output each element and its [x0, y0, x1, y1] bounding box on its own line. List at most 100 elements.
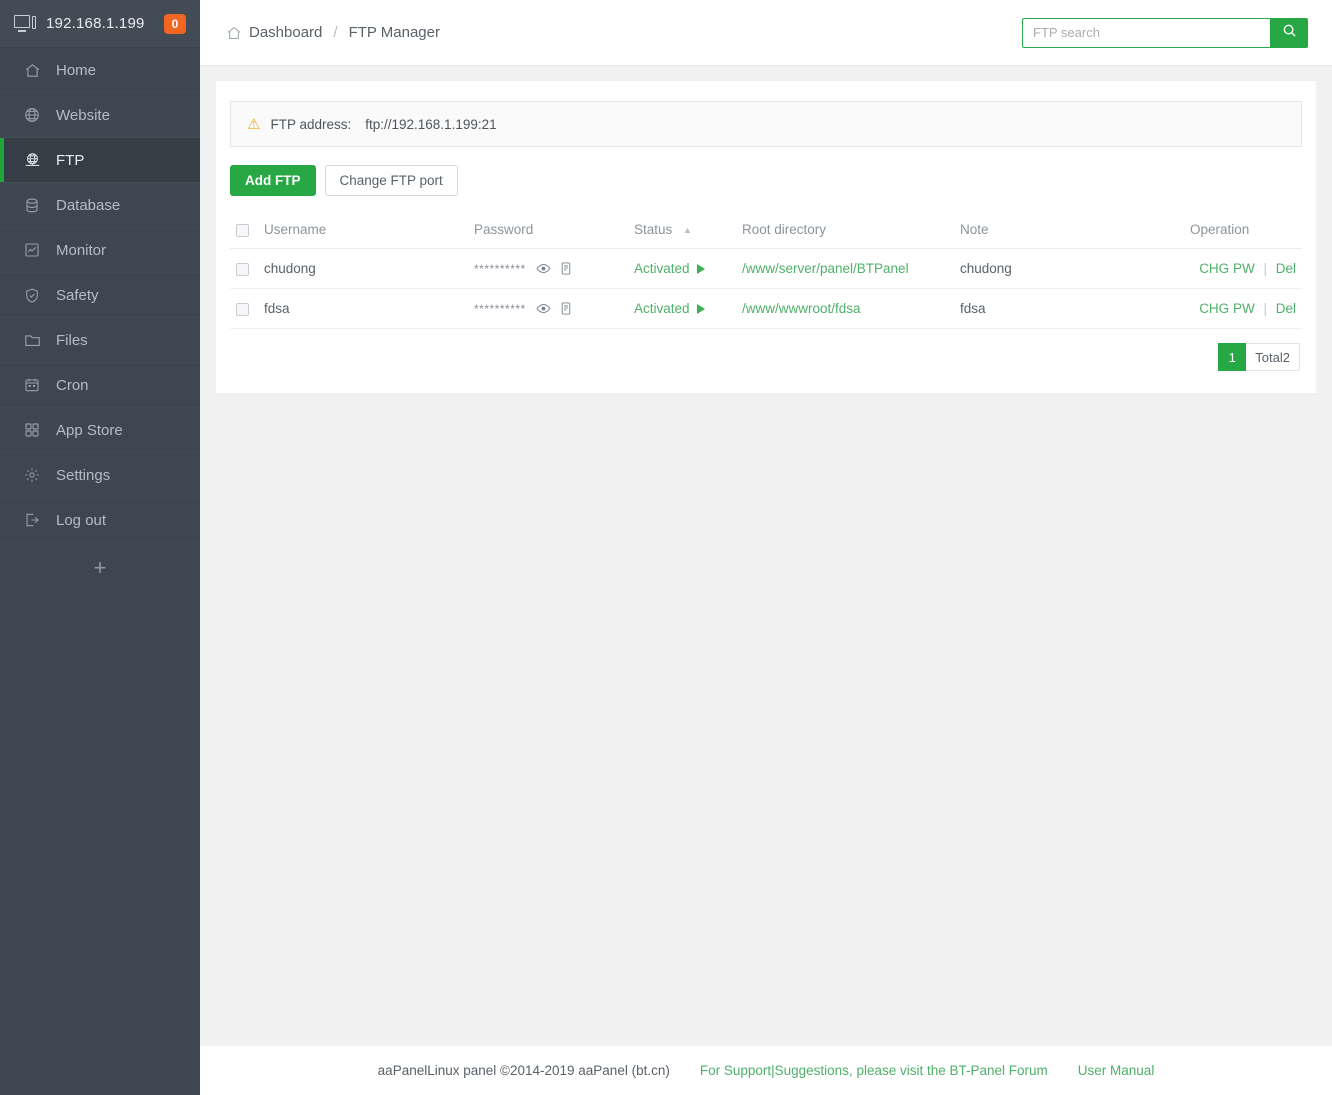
ftp-table-head: Username Password Status ▲ Root director… [230, 212, 1302, 249]
play-triangle-icon[interactable] [696, 303, 705, 314]
sidebar-nav: Home Website FTP Database Monitor Safety… [0, 48, 200, 543]
folder-icon [22, 330, 42, 350]
sidebar-item-app-store[interactable]: App Store [0, 408, 200, 453]
cell-password: ********** [468, 288, 628, 329]
search-button[interactable] [1270, 17, 1308, 48]
calendar-icon [22, 375, 42, 395]
delete-link[interactable]: Del [1276, 301, 1296, 316]
header-status-label: Status [634, 222, 673, 237]
ftp-table: Username Password Status ▲ Root director… [230, 212, 1302, 329]
table-row: chudong ********** Activated /www/server… [230, 248, 1302, 289]
sidebar-item-log-out[interactable]: Log out [0, 498, 200, 543]
app-root: 192.168.1.199 0 Home Website FTP Databas… [0, 0, 1332, 1095]
change-password-link[interactable]: CHG PW [1199, 261, 1255, 276]
sidebar-item-label: Cron [56, 376, 89, 394]
password-mask: ********** [474, 261, 526, 276]
root-directory-link[interactable]: /www/server/panel/BTPanel [742, 261, 909, 276]
gear-icon [22, 465, 42, 485]
sidebar-add-button[interactable]: + [0, 543, 200, 593]
sidebar-item-label: Monitor [56, 241, 107, 259]
ftp-globe-icon [22, 150, 42, 170]
globe-icon [22, 105, 42, 125]
ftp-address-label: FTP address: [270, 116, 352, 132]
sidebar-item-label: App Store [56, 421, 123, 439]
status-badge: Activated [634, 301, 690, 316]
sort-ascending-icon: ▲ [683, 225, 692, 236]
ftp-manager-card: ⚠ FTP address: ftp://192.168.1.199:21 Ad… [216, 81, 1316, 393]
row-checkbox[interactable] [236, 262, 249, 276]
sidebar-item-files[interactable]: Files [0, 318, 200, 363]
cell-username: chudong [258, 248, 468, 289]
page-1-button[interactable]: 1 [1218, 343, 1247, 371]
content-area: ⚠ FTP address: ftp://192.168.1.199:21 Ad… [200, 66, 1332, 1046]
breadcrumb-separator: / [333, 24, 338, 41]
home-icon [22, 60, 42, 80]
table-row: fdsa ********** Activated /www/wwwroot/f… [230, 288, 1302, 329]
sidebar-item-website[interactable]: Website [0, 93, 200, 138]
row-checkbox[interactable] [236, 302, 249, 316]
operation-separator: | [1263, 301, 1267, 316]
row-select-cell [230, 248, 258, 289]
main-area: Dashboard / FTP Manager ⚠ [200, 0, 1332, 1095]
header-username[interactable]: Username [258, 212, 468, 249]
add-ftp-button[interactable]: Add FTP [230, 165, 316, 196]
cell-note: fdsa [954, 288, 1184, 329]
sidebar-item-safety[interactable]: Safety [0, 273, 200, 318]
sidebar-item-cron[interactable]: Cron [0, 363, 200, 408]
header-password[interactable]: Password [468, 212, 628, 249]
footer-copyright: aaPanelLinux panel ©2014-2019 aaPanel (b… [377, 1063, 670, 1078]
password-mask: ********** [474, 301, 526, 316]
root-directory-link[interactable]: /www/wwwroot/fdsa [742, 301, 861, 316]
header-note[interactable]: Note [954, 212, 1184, 249]
header-status[interactable]: Status ▲ [628, 212, 736, 249]
monitor-chart-icon [22, 240, 42, 260]
row-select-cell [230, 288, 258, 329]
cell-operation: CHG PW | Del [1184, 248, 1302, 289]
eye-icon[interactable] [536, 301, 551, 316]
topbar: Dashboard / FTP Manager [200, 0, 1332, 66]
cell-root-directory: /www/server/panel/BTPanel [736, 248, 954, 289]
sidebar-item-database[interactable]: Database [0, 183, 200, 228]
database-icon [22, 195, 42, 215]
sidebar-item-monitor[interactable]: Monitor [0, 228, 200, 273]
breadcrumb: Dashboard / FTP Manager [226, 24, 440, 41]
footer-support-link[interactable]: For Support|Suggestions, please visit th… [700, 1063, 1048, 1078]
select-all-checkbox[interactable] [236, 223, 249, 237]
ftp-toolbar: Add FTP Change FTP port [230, 165, 1302, 196]
change-password-link[interactable]: CHG PW [1199, 301, 1255, 316]
search-input[interactable] [1022, 17, 1270, 48]
play-triangle-icon[interactable] [696, 263, 705, 274]
computer-icon [14, 15, 36, 32]
copy-icon[interactable] [559, 301, 573, 316]
breadcrumb-current: FTP Manager [348, 24, 440, 41]
delete-link[interactable]: Del [1276, 261, 1296, 276]
shield-check-icon [22, 285, 42, 305]
copy-icon[interactable] [559, 261, 573, 276]
footer-user-manual-link[interactable]: User Manual [1078, 1063, 1155, 1078]
ftp-table-body: chudong ********** Activated /www/server… [230, 248, 1302, 329]
ftp-address-notice: ⚠ FTP address: ftp://192.168.1.199:21 [230, 101, 1302, 147]
header-root-directory[interactable]: Root directory [736, 212, 954, 249]
sidebar-item-label: Website [56, 106, 110, 124]
sidebar-item-home[interactable]: Home [0, 48, 200, 93]
cell-password: ********** [468, 248, 628, 289]
grid-apps-icon [22, 420, 42, 440]
warning-icon: ⚠ [247, 115, 261, 133]
sidebar-item-label: Home [56, 61, 97, 79]
breadcrumb-dashboard-link[interactable]: Dashboard [249, 24, 322, 41]
status-badge: Activated [634, 261, 690, 276]
change-ftp-port-button[interactable]: Change FTP port [324, 165, 458, 196]
total-count-label: Total2 [1246, 343, 1300, 371]
cell-note: chudong [954, 248, 1184, 289]
ftp-address-value: ftp://192.168.1.199:21 [365, 116, 497, 132]
cell-status: Activated [628, 288, 736, 329]
sidebar-item-ftp[interactable]: FTP [0, 138, 200, 183]
cell-username: fdsa [258, 288, 468, 329]
sidebar-item-label: Settings [56, 466, 111, 484]
sidebar-item-label: Files [56, 331, 88, 349]
eye-icon[interactable] [536, 261, 551, 276]
sidebar-item-settings[interactable]: Settings [0, 453, 200, 498]
footer: aaPanelLinux panel ©2014-2019 aaPanel (b… [200, 1046, 1332, 1095]
sidebar-header: 192.168.1.199 0 [0, 0, 200, 48]
notification-badge[interactable]: 0 [164, 13, 186, 34]
